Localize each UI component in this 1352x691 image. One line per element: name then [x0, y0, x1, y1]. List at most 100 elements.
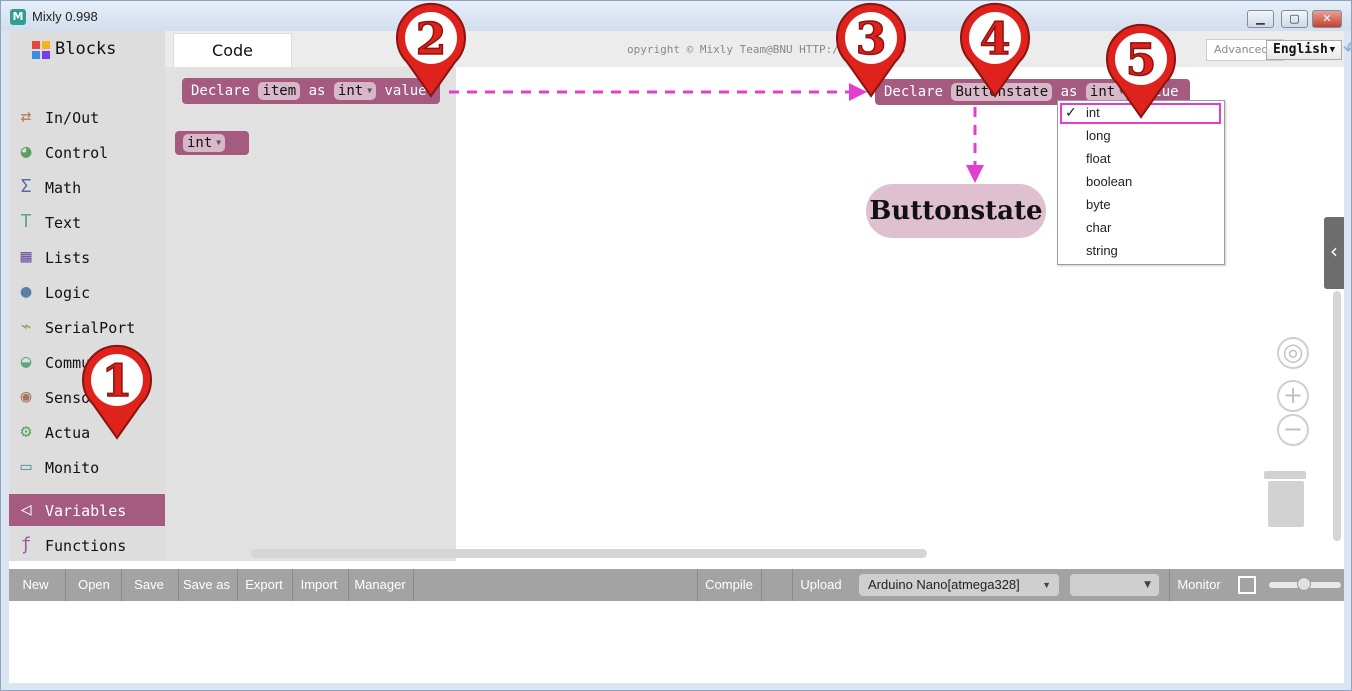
type-dropdown-field[interactable]: int ▼: [333, 82, 377, 100]
dropdown-option-string[interactable]: string: [1086, 243, 1118, 258]
annotation-number: 1: [102, 356, 133, 407]
chevron-down-icon: ▼: [1329, 45, 1335, 55]
gamepad-icon: ◕: [20, 141, 32, 162]
variable-name-callout: Buttonstate: [866, 184, 1046, 238]
recenter-icon[interactable]: ◎: [1277, 337, 1309, 369]
manager-button[interactable]: Manager: [349, 569, 411, 601]
toolbar-divider: [792, 569, 793, 601]
close-button[interactable]: ✕: [1312, 10, 1342, 28]
port-select[interactable]: ▼: [1070, 574, 1159, 596]
zoom-out-icon[interactable]: −: [1277, 414, 1309, 446]
toolbar-divider: [121, 569, 122, 601]
lists-icon: ▦: [20, 246, 32, 267]
bulb-icon: ●: [20, 281, 32, 302]
toolbar-divider: [413, 569, 414, 601]
toolbar-divider: [65, 569, 66, 601]
annotation-pin-2: 2: [396, 3, 466, 98]
type-dropdown-menu: ✓ int long float boolean byte char string: [1057, 100, 1225, 265]
blocks-tab[interactable]: Blocks: [9, 31, 165, 67]
annotation-pin-1: 1: [82, 345, 152, 440]
sidebar-item-functions[interactable]: ƒ Functions: [9, 529, 165, 561]
new-button[interactable]: New: [13, 569, 58, 601]
upload-button[interactable]: Upload: [794, 569, 848, 601]
block-flyout: Declare item as int ▼ value int ▼: [165, 67, 456, 561]
radar-icon: ◉: [20, 386, 32, 407]
unity-icon: ◁: [20, 499, 32, 520]
annotation-number: 2: [416, 14, 447, 65]
sidebar-item-label: Text: [45, 214, 82, 232]
output-console[interactable]: [9, 601, 1344, 683]
dropdown-option-byte[interactable]: byte: [1086, 197, 1111, 212]
dropdown-option-char[interactable]: char: [1086, 220, 1111, 235]
sidebar-item-math[interactable]: Σ Math: [9, 171, 165, 203]
flyout-type-block[interactable]: int ▼: [175, 131, 249, 155]
dropdown-triangle-icon: ▼: [367, 86, 373, 95]
undo-icon[interactable]: ↶: [1343, 37, 1352, 62]
sidebar-item-label: Variables: [45, 502, 127, 520]
dropdown-option-float[interactable]: float: [1086, 151, 1111, 166]
blocks-tab-label: Blocks: [55, 39, 117, 59]
as-label: as: [1060, 84, 1078, 100]
minimize-button[interactable]: ▁: [1247, 10, 1274, 28]
sidebar-item-logic[interactable]: ● Logic: [9, 276, 165, 308]
sidebar-item-serialport[interactable]: ⌁ SerialPort: [9, 311, 165, 343]
variable-name-field[interactable]: item: [258, 82, 301, 100]
checkmark-icon: ✓: [1065, 104, 1077, 120]
text-t-icon: T: [20, 211, 32, 232]
monitor-icon: ▭: [20, 456, 32, 477]
motor-icon: ⚙: [20, 421, 32, 442]
window-title: Mixly 0.998: [32, 9, 98, 24]
client-area: opyright © Mixly Team@BNU HTTP://MIXLY.O…: [9, 3, 1352, 683]
sidebar-item-label: SerialPort: [45, 319, 136, 337]
sidebar-item-label: Control: [45, 144, 109, 162]
monitor-button[interactable]: Monitor: [1171, 569, 1227, 601]
save-button[interactable]: Save: [125, 569, 173, 601]
chevron-left-icon[interactable]: ‹: [1324, 217, 1344, 289]
bottom-toolbar: New Open Save Save as Export Import Mana…: [9, 569, 1344, 601]
sidebar-item-lists[interactable]: ▦ Lists: [9, 241, 165, 273]
import-button[interactable]: Import: [294, 569, 344, 601]
variable-name: item: [262, 83, 297, 99]
annotation-pin-5: 5: [1106, 24, 1176, 119]
type-value: int: [187, 135, 213, 151]
horizontal-scrollbar[interactable]: [251, 549, 927, 558]
arrows-icon: ⇄: [20, 106, 32, 127]
save-as-button[interactable]: Save as: [179, 569, 234, 601]
zoom-in-icon[interactable]: +: [1277, 380, 1309, 412]
compile-button[interactable]: Compile: [699, 569, 759, 601]
language-select[interactable]: English ▼: [1266, 40, 1342, 60]
board-select[interactable]: Arduino Nano[atmega328] ▼: [859, 574, 1059, 596]
sidebar-item-variables[interactable]: ◁ Variables: [9, 494, 165, 526]
trash-lid: [1264, 471, 1306, 479]
sidebar-item-control[interactable]: ◕ Control: [9, 136, 165, 168]
sidebar-item-label: Math: [45, 179, 82, 197]
sidebar-item-label: Logic: [45, 284, 91, 302]
annotation-number: 5: [1126, 35, 1157, 86]
dropdown-triangle-icon: ▼: [216, 138, 222, 147]
vertical-scrollbar[interactable]: [1333, 291, 1341, 541]
trash-icon[interactable]: [1268, 481, 1304, 527]
type-dropdown-field[interactable]: int ▼: [183, 134, 226, 152]
board-select-value: Arduino Nano[atmega328]: [868, 577, 1020, 592]
open-button[interactable]: Open: [70, 569, 118, 601]
sidebar-item-text[interactable]: T Text: [9, 206, 165, 238]
slider-handle[interactable]: [1297, 577, 1311, 591]
dropdown-option-boolean[interactable]: boolean: [1086, 174, 1132, 189]
chip-icon[interactable]: [1238, 576, 1256, 594]
dropdown-option-long[interactable]: long: [1086, 128, 1111, 143]
maximize-button[interactable]: ▢: [1281, 10, 1308, 28]
toolbar-divider: [1169, 569, 1170, 601]
dropdown-option-int[interactable]: int: [1086, 105, 1100, 120]
code-tab[interactable]: Code: [173, 33, 292, 67]
sidebar-item-monito[interactable]: ▭ Monito: [9, 451, 165, 483]
export-button[interactable]: Export: [239, 569, 289, 601]
sidebar-item-label: Lists: [45, 249, 91, 267]
sidebar-item-inout[interactable]: ⇄ In/Out: [9, 101, 165, 133]
sidebar-item-label: In/Out: [45, 109, 100, 127]
toolbar-divider: [761, 569, 762, 601]
annotation-number: 4: [980, 14, 1011, 65]
annotation-pin-3: 3: [836, 3, 906, 98]
satellite-icon: ◒: [20, 351, 32, 372]
chevron-down-icon: ▼: [1144, 580, 1151, 590]
toolbar-divider: [237, 569, 238, 601]
